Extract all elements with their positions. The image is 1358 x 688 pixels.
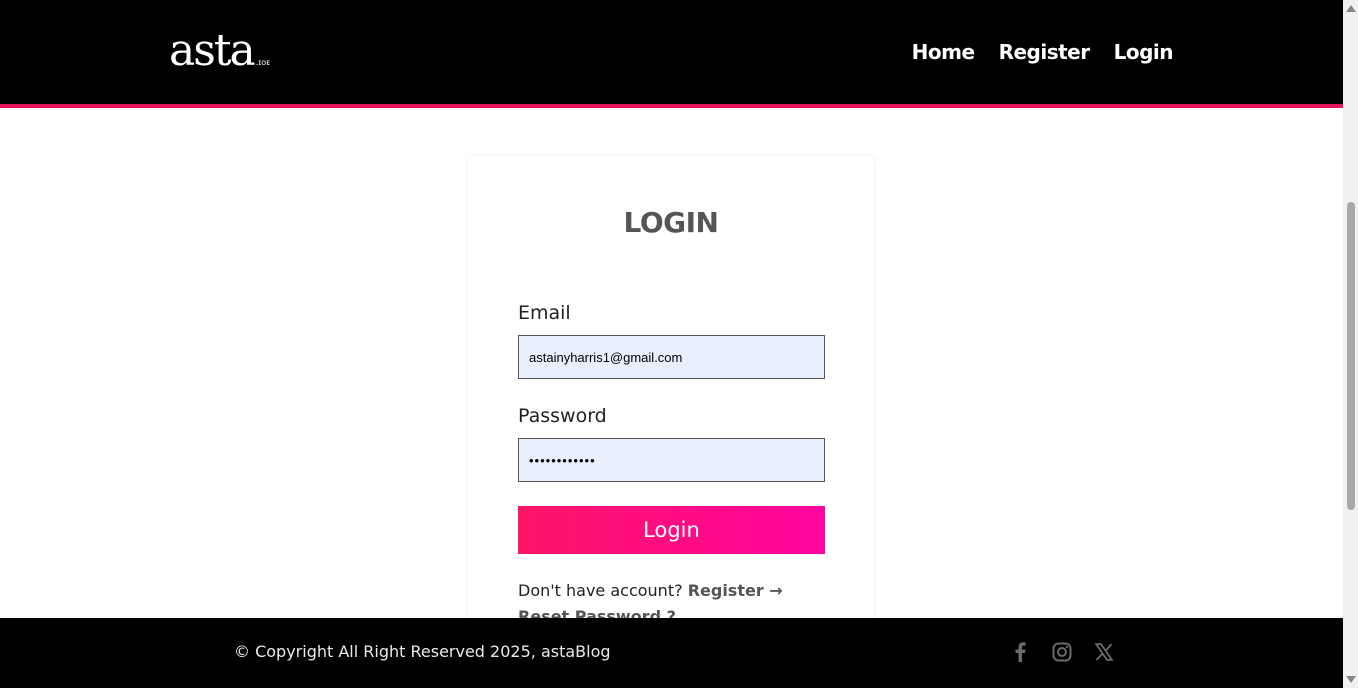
site-logo[interactable]: asta .ɪᴏᴇ bbox=[169, 26, 270, 88]
password-field[interactable] bbox=[518, 438, 825, 482]
instagram-icon[interactable] bbox=[1050, 640, 1074, 664]
password-label: Password bbox=[518, 405, 607, 427]
login-button[interactable]: Login bbox=[518, 506, 825, 554]
page-scrollbar[interactable] bbox=[1343, 0, 1358, 688]
main-nav: Home Register Login bbox=[912, 40, 1174, 64]
scrollbar-thumb[interactable] bbox=[1347, 202, 1355, 510]
scroll-up-arrow-icon[interactable] bbox=[1346, 5, 1356, 12]
no-account-text: Don't have account? bbox=[518, 581, 683, 600]
site-footer: © Copyright All Right Reserved 2025, ast… bbox=[0, 618, 1343, 688]
x-icon[interactable] bbox=[1092, 640, 1116, 664]
nav-register-link[interactable]: Register bbox=[999, 40, 1091, 64]
login-title: LOGIN bbox=[623, 206, 719, 239]
logo-suffix: .ɪᴏᴇ bbox=[255, 58, 271, 67]
nav-login-link[interactable]: Login bbox=[1114, 40, 1174, 64]
register-link[interactable]: Register → bbox=[688, 581, 783, 600]
login-card: LOGIN Email Password Login Don't have ac… bbox=[468, 156, 874, 676]
email-label: Email bbox=[518, 302, 571, 324]
copyright-text: © Copyright All Right Reserved 2025, ast… bbox=[234, 642, 611, 661]
social-links bbox=[1008, 640, 1116, 664]
nav-home-link[interactable]: Home bbox=[912, 40, 975, 64]
facebook-icon[interactable] bbox=[1008, 640, 1032, 664]
email-field[interactable] bbox=[518, 335, 825, 379]
scroll-down-arrow-icon[interactable] bbox=[1346, 676, 1356, 683]
logo-text: asta bbox=[169, 25, 256, 76]
site-header: asta .ɪᴏᴇ Home Register Login bbox=[0, 0, 1343, 108]
